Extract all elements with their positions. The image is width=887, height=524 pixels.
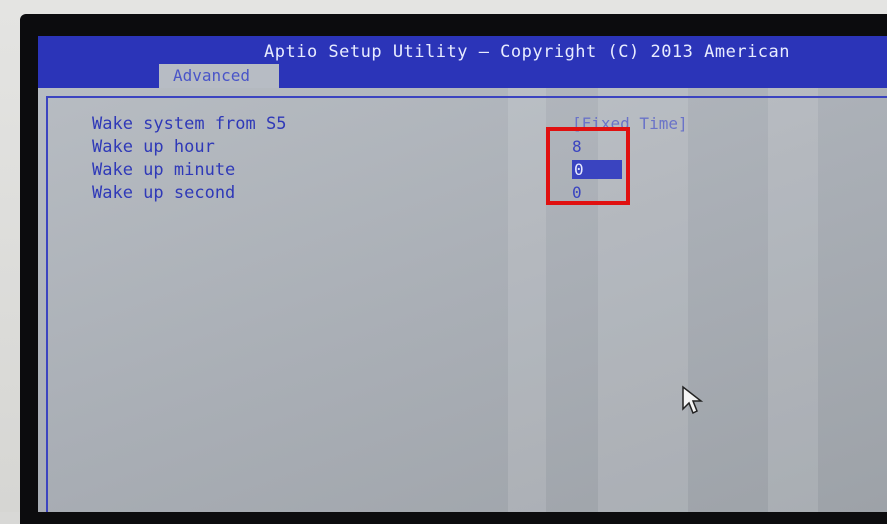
setting-label-wake-second[interactable]: Wake up second [92, 183, 235, 203]
annotation-highlight-box [546, 127, 630, 205]
mouse-pointer-icon [682, 385, 704, 415]
bios-header: Aptio Setup Utility – Copyright (C) 2013… [38, 36, 887, 88]
settings-panel: Wake system from S5 [Fixed Time] Wake up… [46, 96, 887, 512]
setting-label-wake-system[interactable]: Wake system from S5 [92, 114, 286, 134]
bios-screen: Aptio Setup Utility – Copyright (C) 2013… [38, 36, 887, 512]
setting-label-wake-hour[interactable]: Wake up hour [92, 137, 215, 157]
setting-label-wake-minute[interactable]: Wake up minute [92, 160, 235, 180]
tab-advanced[interactable]: Advanced [159, 64, 279, 88]
bios-title: Aptio Setup Utility – Copyright (C) 2013… [264, 42, 791, 62]
